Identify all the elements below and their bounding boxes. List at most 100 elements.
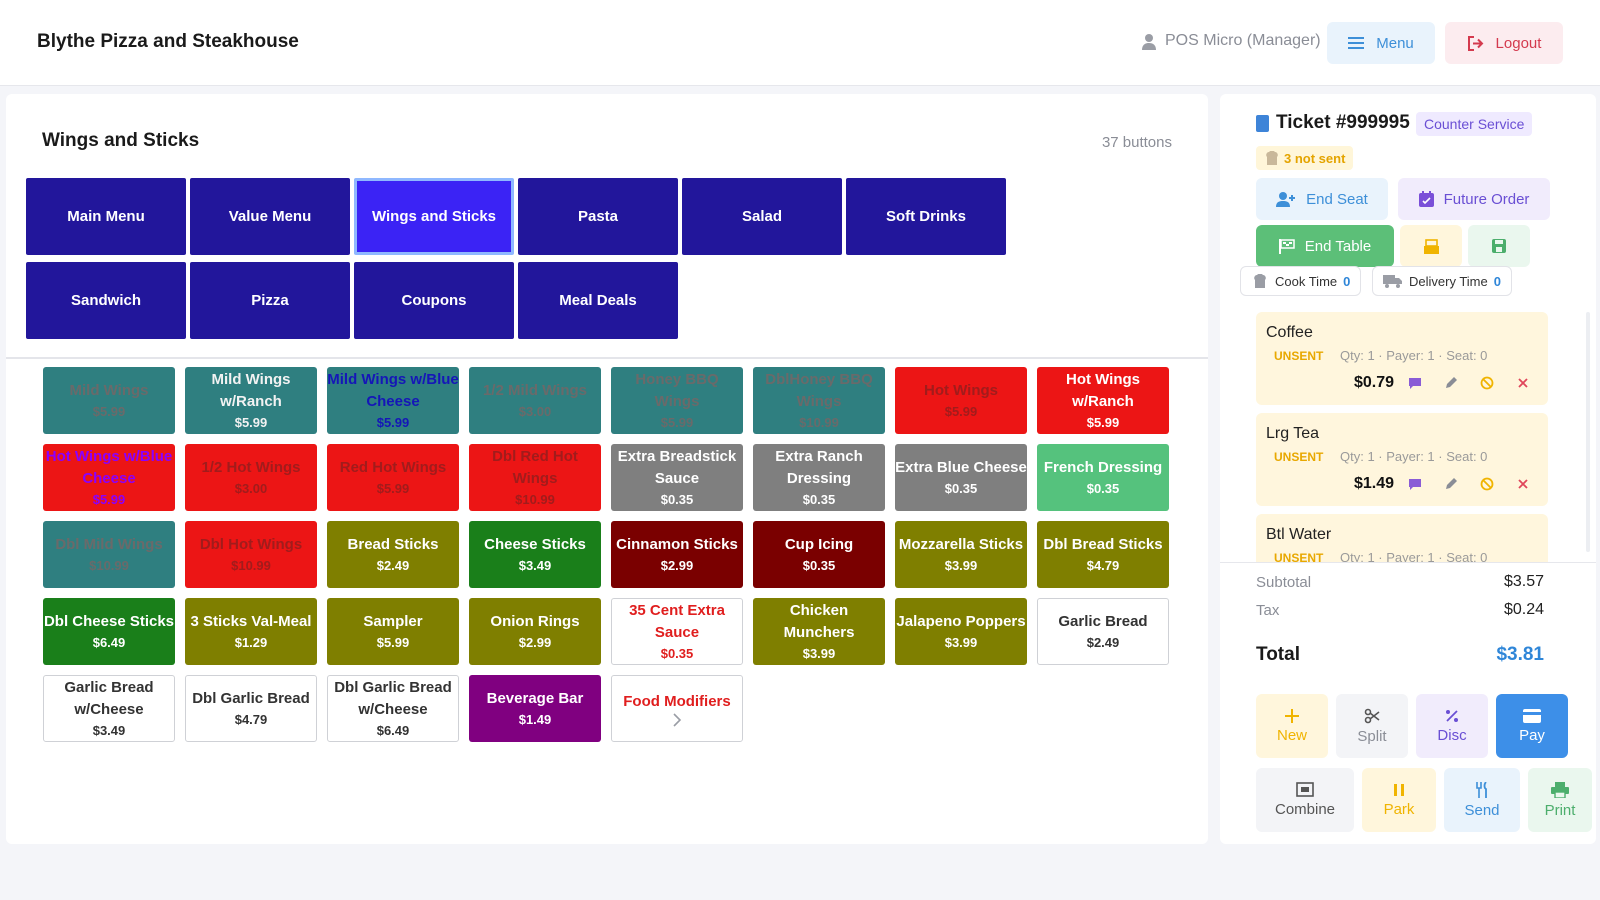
logout-button[interactable]: Logout bbox=[1445, 22, 1563, 64]
menu-item[interactable]: Mild Wings $5.99 bbox=[43, 367, 175, 434]
menu-item[interactable]: Garlic Bread w/Cheese $3.49 bbox=[43, 675, 175, 742]
service-type-badge: Counter Service bbox=[1416, 112, 1533, 136]
category-pasta[interactable]: Pasta bbox=[518, 178, 678, 255]
discount-button[interactable]: Disc bbox=[1416, 694, 1488, 758]
menu-item[interactable]: 1/2 Mild Wings $3.00 bbox=[469, 367, 601, 434]
ticket-line[interactable]: Lrg Tea UNSENT Qty: 1 · Payer: 1 · Seat:… bbox=[1256, 413, 1548, 506]
ticket-line[interactable]: Coffee UNSENT Qty: 1 · Payer: 1 · Seat: … bbox=[1256, 312, 1548, 405]
menu-item[interactable]: Garlic Bread $2.49 bbox=[1037, 598, 1169, 665]
category-value-menu[interactable]: Value Menu bbox=[190, 178, 350, 255]
user-name: POS Micro (Manager) bbox=[1165, 32, 1321, 49]
item-price: $10.99 bbox=[515, 491, 555, 507]
menu-item[interactable]: Bread Sticks $2.49 bbox=[327, 521, 459, 588]
item-price: $3.99 bbox=[944, 557, 978, 573]
remove-icon[interactable] bbox=[1516, 376, 1530, 390]
combine-icon bbox=[1296, 782, 1314, 797]
void-icon[interactable] bbox=[1480, 376, 1494, 390]
menu-item[interactable]: Dbl Cheese Sticks $6.49 bbox=[43, 598, 175, 665]
void-icon[interactable] bbox=[1480, 477, 1494, 491]
send-button[interactable]: Send bbox=[1444, 768, 1520, 832]
menu-item[interactable]: Hot Wings w/Ranch $5.99 bbox=[1037, 367, 1169, 434]
menu-item[interactable]: DblHoney BBQ Wings $10.99 bbox=[753, 367, 885, 434]
park-button[interactable]: Park bbox=[1362, 768, 1436, 832]
combine-button[interactable]: Combine bbox=[1256, 768, 1354, 832]
menu-item[interactable]: Mozzarella Sticks $3.99 bbox=[895, 521, 1027, 588]
menu-item[interactable]: Sampler $5.99 bbox=[327, 598, 459, 665]
printer-icon bbox=[1551, 781, 1569, 798]
category-wings-and-sticks[interactable]: Wings and Sticks bbox=[354, 178, 514, 255]
end-seat-button[interactable]: End Seat bbox=[1256, 178, 1388, 220]
menu-item[interactable]: Extra Ranch Dressing $0.35 bbox=[753, 444, 885, 511]
menu-item[interactable]: 35 Cent Extra Sauce $0.35 bbox=[611, 598, 743, 665]
future-order-button[interactable]: Future Order bbox=[1398, 178, 1550, 220]
menu-panel: Wings and Sticks 37 buttons Main Menu Va… bbox=[6, 94, 1208, 844]
menu-button[interactable]: Menu bbox=[1327, 22, 1435, 64]
total-value: $3.81 bbox=[1496, 644, 1544, 665]
line-price: $0.79 bbox=[1353, 374, 1394, 391]
category-sandwich[interactable]: Sandwich bbox=[26, 262, 186, 339]
menu-item[interactable]: Honey BBQ Wings $5.99 bbox=[611, 367, 743, 434]
menu-item[interactable]: Cinnamon Sticks $2.99 bbox=[611, 521, 743, 588]
ticket-scrollbar[interactable] bbox=[1586, 312, 1590, 552]
comment-icon[interactable] bbox=[1408, 376, 1422, 390]
end-table-button[interactable]: End Table bbox=[1256, 225, 1394, 267]
menu-item[interactable]: Cup Icing $0.35 bbox=[753, 521, 885, 588]
menu-item[interactable]: Jalapeno Poppers $3.99 bbox=[895, 598, 1027, 665]
menu-item[interactable]: Extra Breadstick Sauce $0.35 bbox=[611, 444, 743, 511]
new-label: New bbox=[1276, 726, 1307, 744]
category-main-menu[interactable]: Main Menu bbox=[26, 178, 186, 255]
item-price: $5.99 bbox=[376, 634, 410, 650]
menu-item[interactable]: Chicken Munchers $3.99 bbox=[753, 598, 885, 665]
item-price: $0.35 bbox=[1086, 480, 1120, 496]
menu-item[interactable]: Onion Rings $2.99 bbox=[469, 598, 601, 665]
pause-icon bbox=[1394, 783, 1404, 796]
category-meal-deals[interactable]: Meal Deals bbox=[518, 262, 678, 339]
item-name: Dbl Hot Wings bbox=[199, 535, 303, 553]
category-soft-drinks[interactable]: Soft Drinks bbox=[846, 178, 1006, 255]
ticket-line[interactable]: Btl Water UNSENT Qty: 1 · Payer: 1 · Sea… bbox=[1256, 514, 1548, 562]
restaurant-name: Blythe Pizza and Steakhouse bbox=[37, 31, 299, 52]
menu-item[interactable]: Hot Wings $5.99 bbox=[895, 367, 1027, 434]
item-price: $5.99 bbox=[376, 480, 410, 496]
menu-item[interactable]: Hot Wings w/Blue Cheese $5.99 bbox=[43, 444, 175, 511]
item-price: $2.99 bbox=[518, 634, 552, 650]
comment-icon[interactable] bbox=[1408, 477, 1422, 491]
menu-item[interactable]: Dbl Hot Wings $10.99 bbox=[185, 521, 317, 588]
edit-icon[interactable] bbox=[1444, 376, 1458, 390]
menu-item[interactable]: Mild Wings w/Blue Cheese $5.99 bbox=[327, 367, 459, 434]
print-button[interactable]: Print bbox=[1528, 768, 1592, 832]
item-name: 35 Cent Extra Sauce bbox=[629, 601, 725, 641]
menu-item[interactable]: Dbl Red Hot Wings $10.99 bbox=[469, 444, 601, 511]
menu-item[interactable]: Dbl Garlic Bread $4.79 bbox=[185, 675, 317, 742]
menu-item[interactable]: Mild Wings w/Ranch $5.99 bbox=[185, 367, 317, 434]
food-modifiers-button[interactable]: Food Modifiers bbox=[611, 675, 743, 742]
category-pizza[interactable]: Pizza bbox=[190, 262, 350, 339]
pay-label: Pay bbox=[1519, 726, 1545, 744]
pay-button[interactable]: Pay bbox=[1496, 694, 1568, 758]
menu-item[interactable]: Dbl Bread Sticks $4.79 bbox=[1037, 521, 1169, 588]
edit-icon[interactable] bbox=[1444, 477, 1458, 491]
menu-item[interactable]: Beverage Bar $1.49 bbox=[469, 675, 601, 742]
new-button[interactable]: New bbox=[1256, 694, 1328, 758]
finish-flag-icon bbox=[1278, 238, 1295, 254]
item-name: 1/2 Mild Wings bbox=[482, 381, 588, 399]
menu-item[interactable]: 3 Sticks Val-Meal $1.29 bbox=[185, 598, 317, 665]
menu-item[interactable]: 1/2 Hot Wings $3.00 bbox=[185, 444, 317, 511]
item-price: $0.35 bbox=[802, 557, 836, 573]
category-coupons[interactable]: Coupons bbox=[354, 262, 514, 339]
menu-item[interactable]: Extra Blue Cheese $0.35 bbox=[895, 444, 1027, 511]
cook-time-label: Cook Time bbox=[1275, 273, 1338, 289]
item-price: $5.99 bbox=[376, 414, 410, 430]
hamburger-icon bbox=[1348, 37, 1365, 49]
ticket-note-button[interactable] bbox=[1400, 225, 1462, 267]
category-salad[interactable]: Salad bbox=[682, 178, 842, 255]
remove-icon[interactable] bbox=[1516, 477, 1530, 491]
menu-item[interactable]: French Dressing $0.35 bbox=[1037, 444, 1169, 511]
menu-item[interactable]: Dbl Garlic Bread w/Cheese $6.49 bbox=[327, 675, 459, 742]
split-button[interactable]: Split bbox=[1336, 694, 1408, 758]
save-button[interactable] bbox=[1468, 225, 1530, 267]
menu-item[interactable]: Cheese Sticks $3.49 bbox=[469, 521, 601, 588]
menu-item[interactable]: Red Hot Wings $5.99 bbox=[327, 444, 459, 511]
ticket-lines[interactable]: Coffee UNSENT Qty: 1 · Payer: 1 · Seat: … bbox=[1256, 312, 1548, 562]
menu-item[interactable]: Dbl Mild Wings $10.99 bbox=[43, 521, 175, 588]
